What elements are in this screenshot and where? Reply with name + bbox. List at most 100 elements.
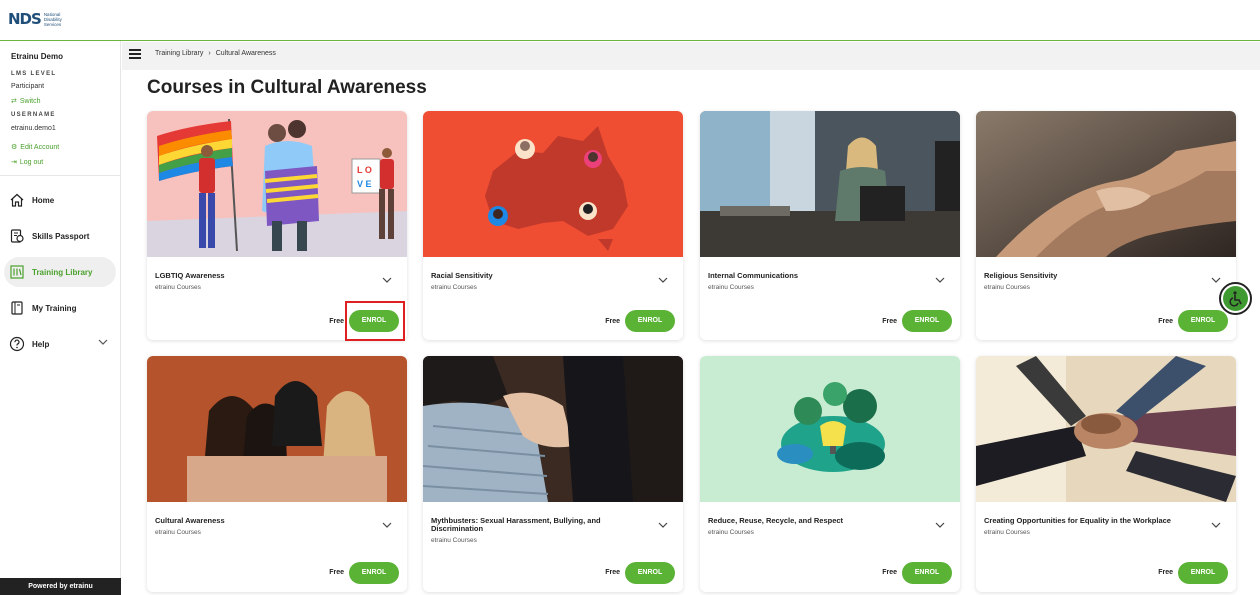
course-title[interactable]: Racial Sensitivity [431, 272, 646, 280]
course-thumbnail-internal-communications[interactable] [700, 111, 960, 257]
sidebar-item-my-training[interactable]: My Training [4, 293, 116, 323]
course-provider: etrainu Courses [431, 537, 477, 544]
user-name: Etrainu Demo [11, 52, 64, 61]
svg-text:V E: V E [357, 179, 372, 189]
edit-account-label: Edit Account [20, 143, 60, 151]
book-icon [8, 299, 26, 317]
course-title[interactable]: Creating Opportunities for Equality in t… [984, 517, 1199, 525]
chevron-down-icon[interactable] [658, 516, 668, 528]
accessibility-button[interactable] [1219, 282, 1252, 315]
gear-icon: ⚙ [11, 144, 18, 151]
enrol-button[interactable]: ENROL [1178, 310, 1228, 332]
passport-icon [8, 227, 26, 245]
course-price: Free [1158, 318, 1173, 325]
sidebar-item-skills-passport[interactable]: Skills Passport [4, 221, 116, 251]
sidebar-item-label: My Training [32, 303, 77, 313]
sidebar: Etrainu Demo LMS LEVEL Participant ⇄ Swi… [0, 41, 121, 595]
switch-icon: ⇄ [11, 98, 17, 105]
chevron-down-icon[interactable] [1211, 516, 1221, 528]
enrol-button[interactable]: ENROL [902, 562, 952, 584]
course-thumbnail-cultural-awareness[interactable] [147, 356, 407, 502]
logout-label: Log out [19, 158, 44, 166]
course-thumbnail-equality-workplace[interactable] [976, 356, 1236, 502]
chevron-down-icon[interactable] [98, 338, 108, 348]
chevron-down-icon[interactable] [935, 271, 945, 283]
lms-level-value: Participant [11, 83, 45, 90]
course-price: Free [329, 569, 344, 576]
edit-account-link[interactable]: ⚙ Edit Account [11, 143, 60, 152]
course-title[interactable]: LGBTIQ Awareness [155, 272, 370, 280]
course-price: Free [882, 569, 897, 576]
enrol-button[interactable]: ENROL [349, 562, 399, 584]
top-header: NDS National Disability Services [0, 0, 1260, 41]
sidebar-item-training-library[interactable]: Training Library [4, 257, 116, 287]
nds-logo[interactable]: NDS National Disability Services [8, 10, 68, 28]
course-provider: etrainu Courses [155, 284, 201, 291]
course-thumbnail-religious-sensitivity[interactable] [976, 111, 1236, 257]
chevron-down-icon[interactable] [658, 271, 668, 283]
library-icon [8, 263, 26, 281]
course-thumbnail-lgbtiq[interactable]: L O V E [147, 111, 407, 257]
switch-link[interactable]: ⇄ Switch [11, 97, 41, 106]
sidebar-item-home[interactable]: Home [4, 185, 116, 215]
lms-level-label: LMS LEVEL [11, 71, 57, 77]
svg-text:L O: L O [357, 165, 372, 175]
chevron-right-icon: › [208, 50, 211, 57]
course-title[interactable]: Internal Communications [708, 272, 923, 280]
course-title[interactable]: Religious Sensitivity [984, 272, 1199, 280]
chevron-down-icon[interactable] [1211, 271, 1221, 283]
course-provider: etrainu Courses [984, 284, 1030, 291]
enrol-button[interactable]: ENROL [625, 310, 675, 332]
wheelchair-icon [1223, 286, 1248, 311]
hamburger-menu-icon[interactable] [129, 49, 141, 59]
course-provider: etrainu Courses [155, 529, 201, 536]
course-title[interactable]: Mythbusters: Sexual Harassment, Bullying… [431, 517, 646, 533]
course-card[interactable]: Religious Sensitivity etrainu Courses Fr… [976, 111, 1236, 340]
course-card[interactable]: Mythbusters: Sexual Harassment, Bullying… [423, 356, 683, 592]
username-value: etrainu.demo1 [11, 125, 56, 132]
course-thumbnail-racial-sensitivity[interactable] [423, 111, 683, 257]
course-card[interactable]: Creating Opportunities for Equality in t… [976, 356, 1236, 592]
switch-label: Switch [19, 97, 41, 105]
logout-link[interactable]: ⇥ Log out [11, 158, 44, 167]
enrol-button[interactable]: ENROL [1178, 562, 1228, 584]
logout-icon: ⇥ [11, 159, 17, 166]
course-card[interactable]: Reduce, Reuse, Recycle, and Respect etra… [700, 356, 960, 592]
powered-by: Powered by etrainu [0, 578, 121, 595]
sidebar-item-label: Help [32, 339, 50, 349]
course-price: Free [605, 318, 620, 325]
course-card[interactable]: Internal Communications etrainu Courses … [700, 111, 960, 340]
chevron-down-icon[interactable] [382, 516, 392, 528]
enrol-button[interactable]: ENROL [625, 562, 675, 584]
course-price: Free [1158, 569, 1173, 576]
course-title[interactable]: Reduce, Reuse, Recycle, and Respect [708, 517, 923, 525]
course-provider: etrainu Courses [708, 529, 754, 536]
breadcrumb-bar: Training Library › Cultural Awareness [122, 42, 1260, 70]
home-icon [8, 191, 26, 209]
course-provider: etrainu Courses [984, 529, 1030, 536]
course-price: Free [605, 569, 620, 576]
course-provider: etrainu Courses [431, 284, 477, 291]
course-price: Free [882, 318, 897, 325]
logo-text: National Disability Services [43, 11, 62, 27]
chevron-down-icon[interactable] [935, 516, 945, 528]
course-card[interactable]: Cultural Awareness etrainu Courses Free … [147, 356, 407, 592]
sidebar-divider [0, 175, 120, 176]
sidebar-item-label: Home [32, 195, 55, 205]
enrol-button[interactable]: ENROL [902, 310, 952, 332]
course-price: Free [329, 318, 344, 325]
help-icon [8, 335, 26, 353]
breadcrumb-training-library[interactable]: Training Library [155, 50, 203, 57]
course-title[interactable]: Cultural Awareness [155, 517, 370, 525]
sidebar-item-label: Skills Passport [32, 231, 90, 241]
course-thumbnail-mythbusters[interactable] [423, 356, 683, 502]
course-thumbnail-reduce-reuse[interactable] [700, 356, 960, 502]
course-card[interactable]: Racial Sensitivity etrainu Courses Free … [423, 111, 683, 340]
course-provider: etrainu Courses [708, 284, 754, 291]
breadcrumb-current: Cultural Awareness [215, 50, 276, 57]
username-label: USERNAME [11, 112, 56, 118]
page-title: Courses in Cultural Awareness [147, 77, 427, 98]
sidebar-item-help[interactable]: Help [4, 329, 116, 359]
chevron-down-icon[interactable] [382, 271, 392, 283]
logo-mark: NDS [8, 10, 42, 28]
